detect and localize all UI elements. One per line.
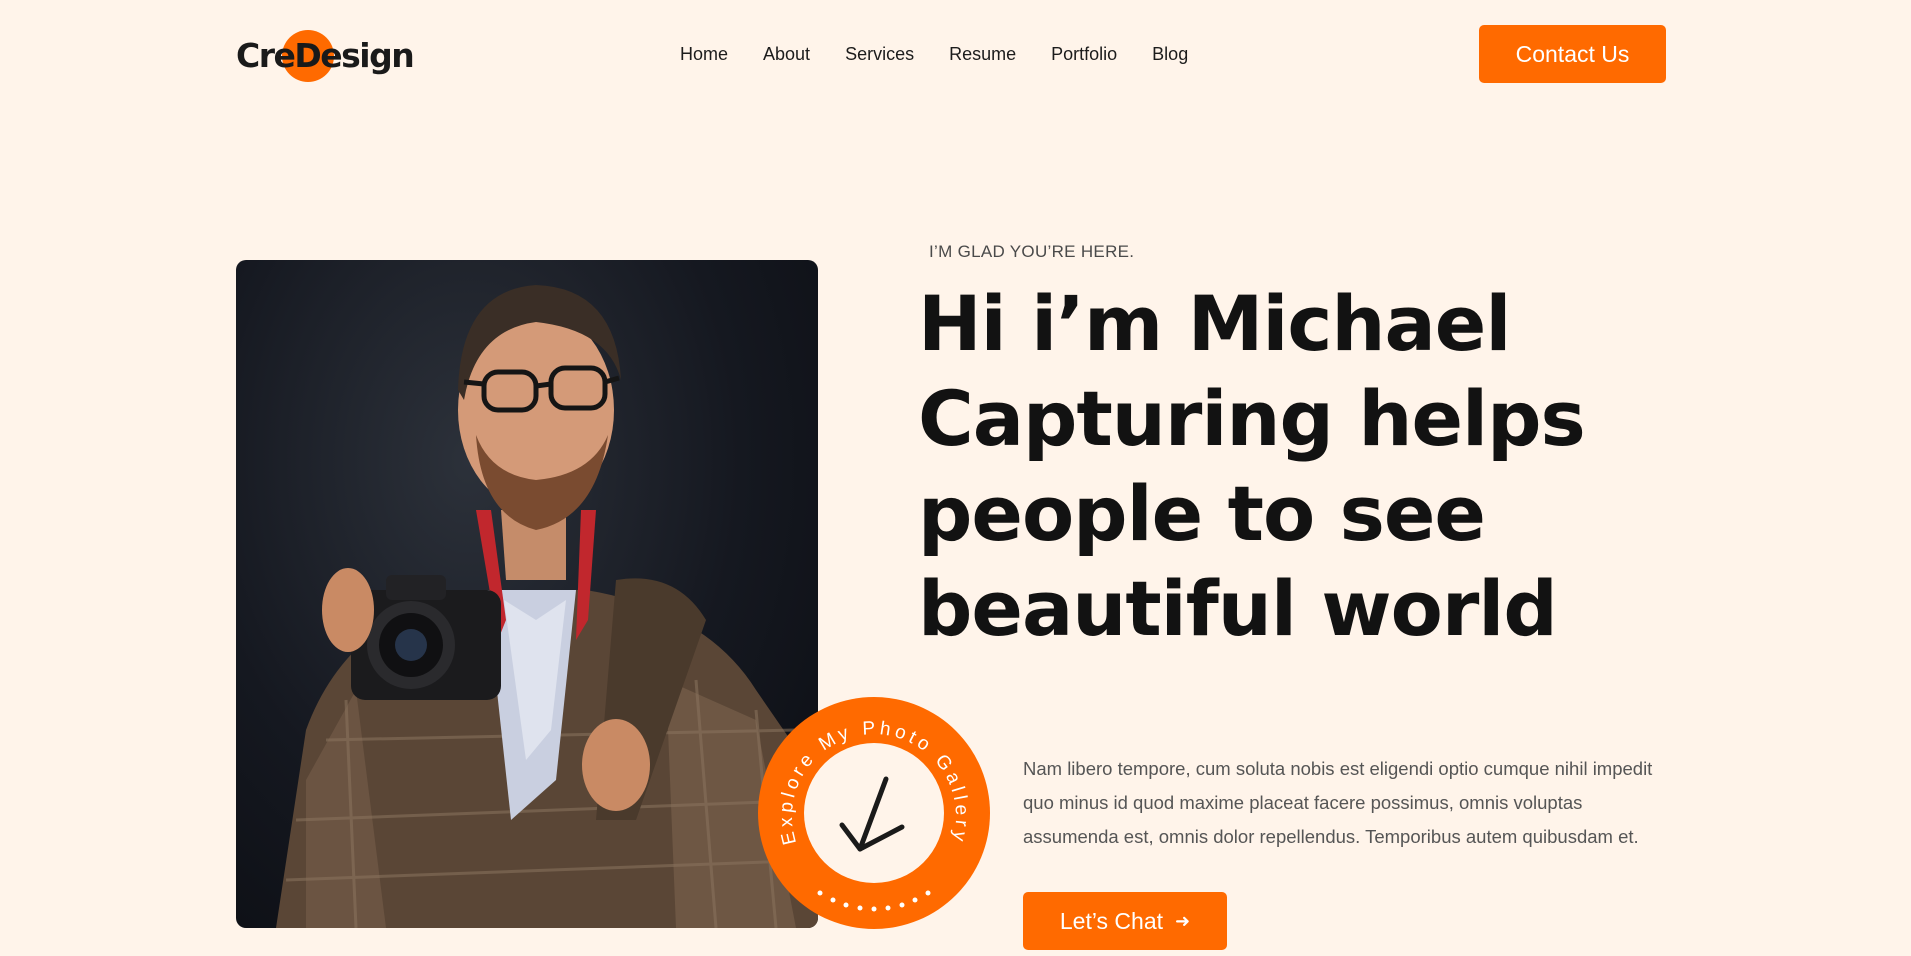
explore-gallery-badge[interactable]: Explore My Photo Gallery xyxy=(758,697,990,929)
headline-line-1: Hi i’m Michael xyxy=(918,279,1511,368)
headline-line-4: beautiful world xyxy=(918,564,1558,653)
nav-services[interactable]: Services xyxy=(845,42,914,66)
lets-chat-label: Let’s Chat xyxy=(1059,907,1164,934)
nav-portfolio[interactable]: Portfolio xyxy=(1051,42,1117,66)
photographer-illustration xyxy=(276,285,818,928)
hero-photo xyxy=(236,260,818,928)
hero-headline: Hi i’m Michael Capturing helps people to… xyxy=(918,276,1618,656)
hero-eyebrow: I’M GLAD YOU’RE HERE. xyxy=(929,242,1135,261)
nav-blog[interactable]: Blog xyxy=(1152,42,1188,66)
headline-line-3: people to see xyxy=(918,469,1486,558)
logo-text: CreDesign xyxy=(236,36,415,75)
contact-us-button[interactable]: Contact Us xyxy=(1479,25,1666,83)
main-nav: Home About Services Resume Portfolio Blo… xyxy=(680,42,1188,66)
logo[interactable]: CreDesign xyxy=(236,30,415,82)
headline-line-2: Capturing helps xyxy=(918,374,1586,463)
lets-chat-button[interactable]: Let’s Chat ➜ xyxy=(1023,892,1227,950)
nav-resume[interactable]: Resume xyxy=(949,42,1016,66)
hero-description: Nam libero tempore, cum soluta nobis est… xyxy=(1023,758,1653,847)
nav-about[interactable]: About xyxy=(763,42,810,66)
arrow-right-icon: ➜ xyxy=(1175,910,1191,931)
nav-home[interactable]: Home xyxy=(680,42,728,66)
